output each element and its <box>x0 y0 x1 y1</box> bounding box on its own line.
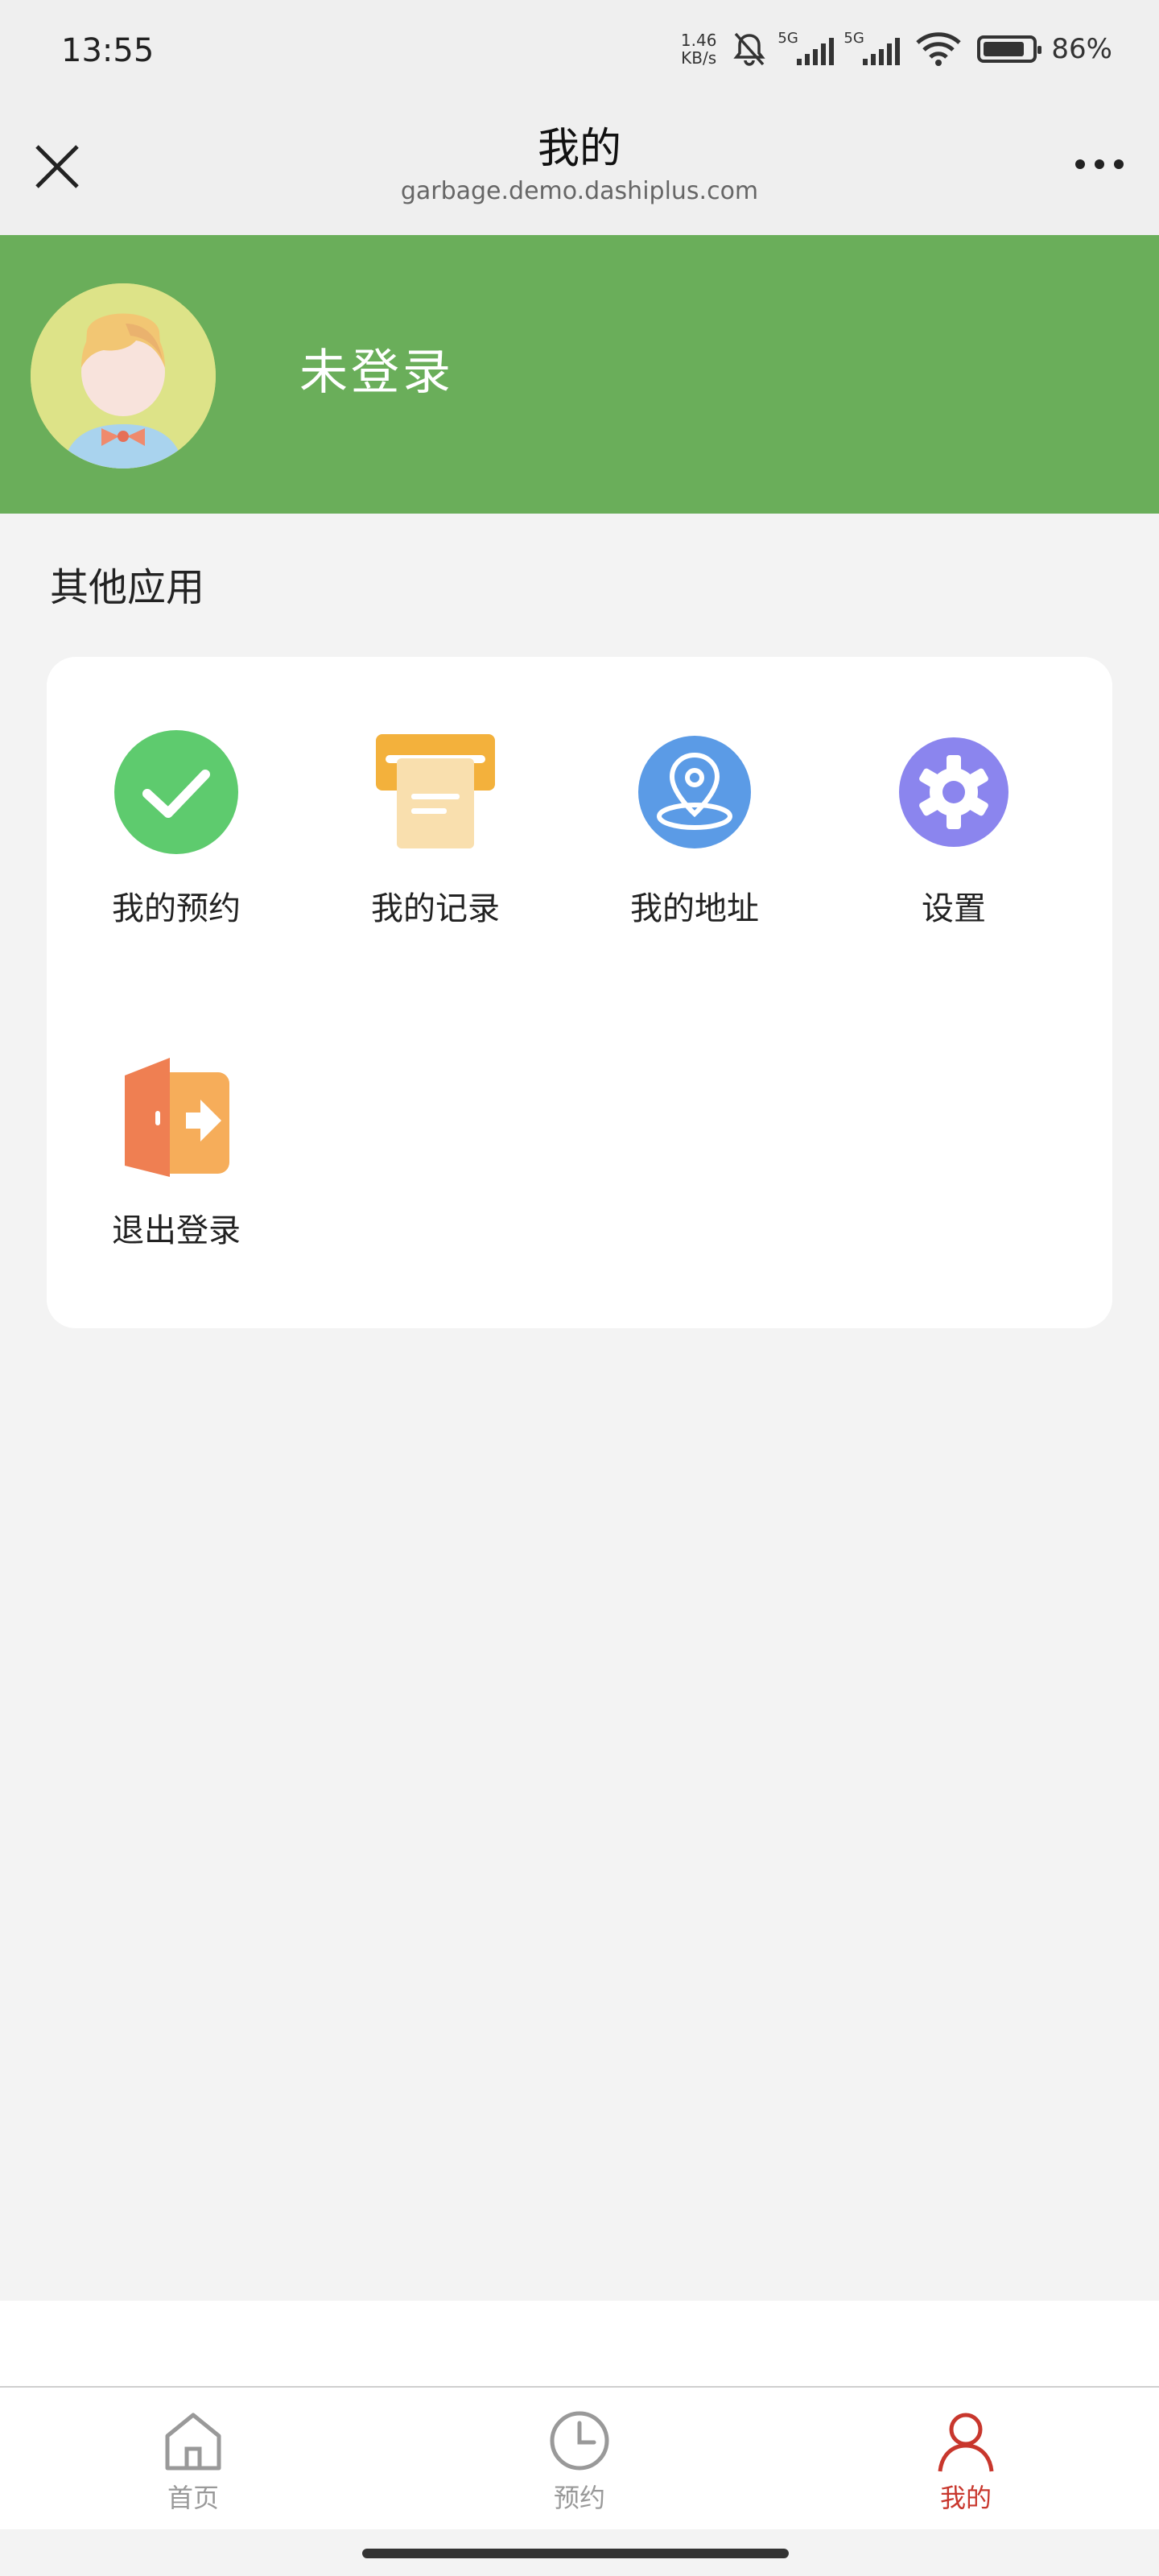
page-title: 我的 <box>537 125 621 173</box>
battery-icon <box>977 35 1042 63</box>
tab-label: 预约 <box>553 2483 605 2513</box>
profile-banner: 未登录 <box>0 235 1159 514</box>
page-url: garbage.demo.dashiplus.com <box>400 177 759 205</box>
app-label: 退出登录 <box>112 1212 241 1249</box>
apps-card: 我的预约 我的记录 我的地址 设置 退出登录 <box>47 657 1112 1328</box>
app-logout[interactable]: 退出登录 <box>47 979 306 1249</box>
home-icon <box>165 2413 221 2471</box>
dot-icon <box>1114 159 1124 169</box>
bell-muted-icon <box>733 32 766 66</box>
network-speed-unit: KB/s <box>681 48 717 68</box>
app-label: 设置 <box>922 890 986 927</box>
app-label: 我的地址 <box>630 890 759 927</box>
app-my-records[interactable]: 我的记录 <box>306 657 565 927</box>
avatar[interactable] <box>31 283 216 469</box>
check-circle-icon <box>114 730 238 854</box>
content-bottom-strip <box>0 2301 1159 2386</box>
app-label: 我的记录 <box>371 890 500 927</box>
user-icon <box>938 2413 994 2472</box>
app-settings[interactable]: 设置 <box>824 657 1083 927</box>
app-label: 我的预约 <box>112 890 241 927</box>
tab-bar: 首页 预约 我的 <box>0 2386 1159 2531</box>
tab-home[interactable]: 首页 <box>0 2388 386 2531</box>
more-options-button[interactable] <box>1075 159 1124 169</box>
gear-icon <box>899 737 1008 847</box>
navigation-header: 我的 garbage.demo.dashiplus.com <box>0 97 1159 235</box>
signal-strength-icon: 5G <box>777 30 835 65</box>
wifi-icon <box>916 32 962 66</box>
status-icons: 1.46 KB/s 5G 5G 86% <box>681 30 1112 68</box>
signal-label: 5G <box>843 30 864 47</box>
home-indicator[interactable] <box>362 2549 789 2558</box>
avatar-illustration-icon <box>31 283 216 469</box>
receipt-icon <box>376 734 495 848</box>
tab-label: 我的 <box>939 2483 992 2513</box>
location-pin-icon <box>638 736 751 848</box>
dot-icon <box>1075 159 1085 169</box>
battery-percent: 86% <box>1051 33 1112 65</box>
dot-icon <box>1095 159 1104 169</box>
status-time: 13:55 <box>61 32 155 69</box>
network-speed: 1.46 KB/s <box>681 31 717 67</box>
app-my-address[interactable]: 我的地址 <box>565 657 824 927</box>
status-bar: 13:55 1.46 KB/s 5G 5G 86% <box>0 0 1159 97</box>
clock-icon <box>550 2411 609 2471</box>
section-title: 其他应用 <box>50 565 205 610</box>
signal-label: 5G <box>777 30 798 47</box>
tab-label: 首页 <box>167 2483 219 2513</box>
network-speed-value: 1.46 <box>680 31 717 50</box>
tab-reservation[interactable]: 预约 <box>386 2388 773 2531</box>
tab-mine[interactable]: 我的 <box>773 2388 1159 2531</box>
signal-strength-icon: 5G <box>843 30 901 65</box>
profile-login-status[interactable]: 未登录 <box>299 333 454 403</box>
app-my-reservations[interactable]: 我的预约 <box>47 657 306 927</box>
logout-door-icon <box>125 1058 229 1177</box>
